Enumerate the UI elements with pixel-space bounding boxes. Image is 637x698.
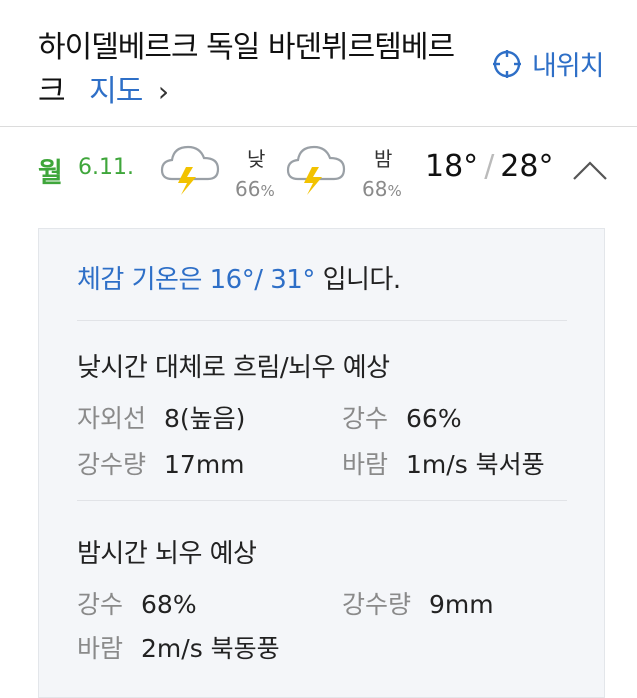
day-precip-label: 강수 [342, 404, 389, 433]
thunderstorm-icon [160, 139, 220, 201]
location-header: 하이델베르크 독일 바덴뷔르템베르 크 지도 › 내위치 [0, 0, 637, 126]
day-precip-amount: 강수량 17mm [77, 445, 245, 481]
my-location-button[interactable]: 내위치 [492, 44, 605, 83]
night-wind-value: 2m/s 북동풍 [141, 634, 280, 663]
temp-separator: / [484, 149, 495, 184]
night-precip-amount: 강수량 9mm [342, 585, 494, 621]
day-wind-label: 바람 [342, 450, 389, 479]
section-divider [77, 320, 567, 321]
night-precip-value: 68 [362, 177, 388, 201]
uv-index: 자외선 8(높음) [77, 399, 245, 435]
weekday-label: 월 [38, 158, 63, 189]
night-amount-label: 강수량 [342, 590, 412, 619]
day-precip-chance: 66% [235, 177, 275, 201]
night-precip-detail-value: 68% [141, 590, 197, 619]
night-precip-chance: 68% [362, 177, 402, 201]
thunderstorm-icon [286, 139, 346, 201]
feels-like-values: 체감 기온은 16°/ 31° [77, 265, 315, 295]
day-amount-label: 강수량 [77, 450, 147, 479]
night-section-title: 밤시간 뇌우 예상 [77, 539, 257, 569]
night-amount-value: 9mm [429, 590, 494, 619]
feels-like-text: 체감 기온은 16°/ 31° 입니다. [77, 259, 401, 296]
night-wind: 바람 2m/s 북동풍 [77, 629, 280, 665]
my-location-label: 내위치 [532, 51, 605, 82]
low-temp: 18° [425, 149, 479, 184]
chevron-right-icon[interactable]: › [158, 75, 169, 108]
day-amount-value: 17mm [164, 450, 245, 479]
uv-label: 자외선 [77, 404, 147, 433]
night-period-label: 밤 [374, 147, 393, 171]
location-title-continued: 크 지도 › [38, 66, 169, 110]
night-wind-label: 바람 [77, 634, 124, 663]
day-precip-unit: % [260, 182, 275, 200]
night-precip-label: 강수 [77, 590, 124, 619]
day-period-label: 낮 [247, 147, 266, 171]
feels-like-suffix: 입니다. [314, 265, 402, 295]
chevron-up-icon[interactable] [572, 159, 608, 185]
date-label: 6.11. [78, 155, 134, 180]
temperature-range: 18°/28° [425, 149, 553, 184]
map-link[interactable]: 지도 [89, 74, 143, 109]
night-precip: 강수 68% [77, 585, 197, 621]
location-title: 하이델베르크 독일 바덴뷔르템베르 [38, 30, 455, 65]
high-temp: 28° [500, 149, 554, 184]
day-precip: 강수 66% [342, 399, 462, 435]
section-divider [77, 500, 567, 501]
location-title-tail: 크 [38, 74, 66, 109]
night-precip-unit: % [387, 182, 402, 200]
day-section-title: 낮시간 대체로 흐림/뇌우 예상 [77, 353, 390, 383]
day-precip-detail-value: 66% [406, 404, 462, 433]
day-forecast-row[interactable]: 월 6.11. 낮 66% 밤 68% 18°/28° [0, 127, 637, 207]
day-precip-value: 66 [235, 177, 261, 201]
day-wind-value: 1m/s 북서풍 [406, 450, 545, 479]
crosshair-icon [493, 49, 521, 78]
day-wind: 바람 1m/s 북서풍 [342, 445, 545, 481]
uv-value: 8(높음) [164, 404, 246, 433]
day-detail-panel: 체감 기온은 16°/ 31° 입니다. 낮시간 대체로 흐림/뇌우 예상 자외… [38, 228, 605, 698]
